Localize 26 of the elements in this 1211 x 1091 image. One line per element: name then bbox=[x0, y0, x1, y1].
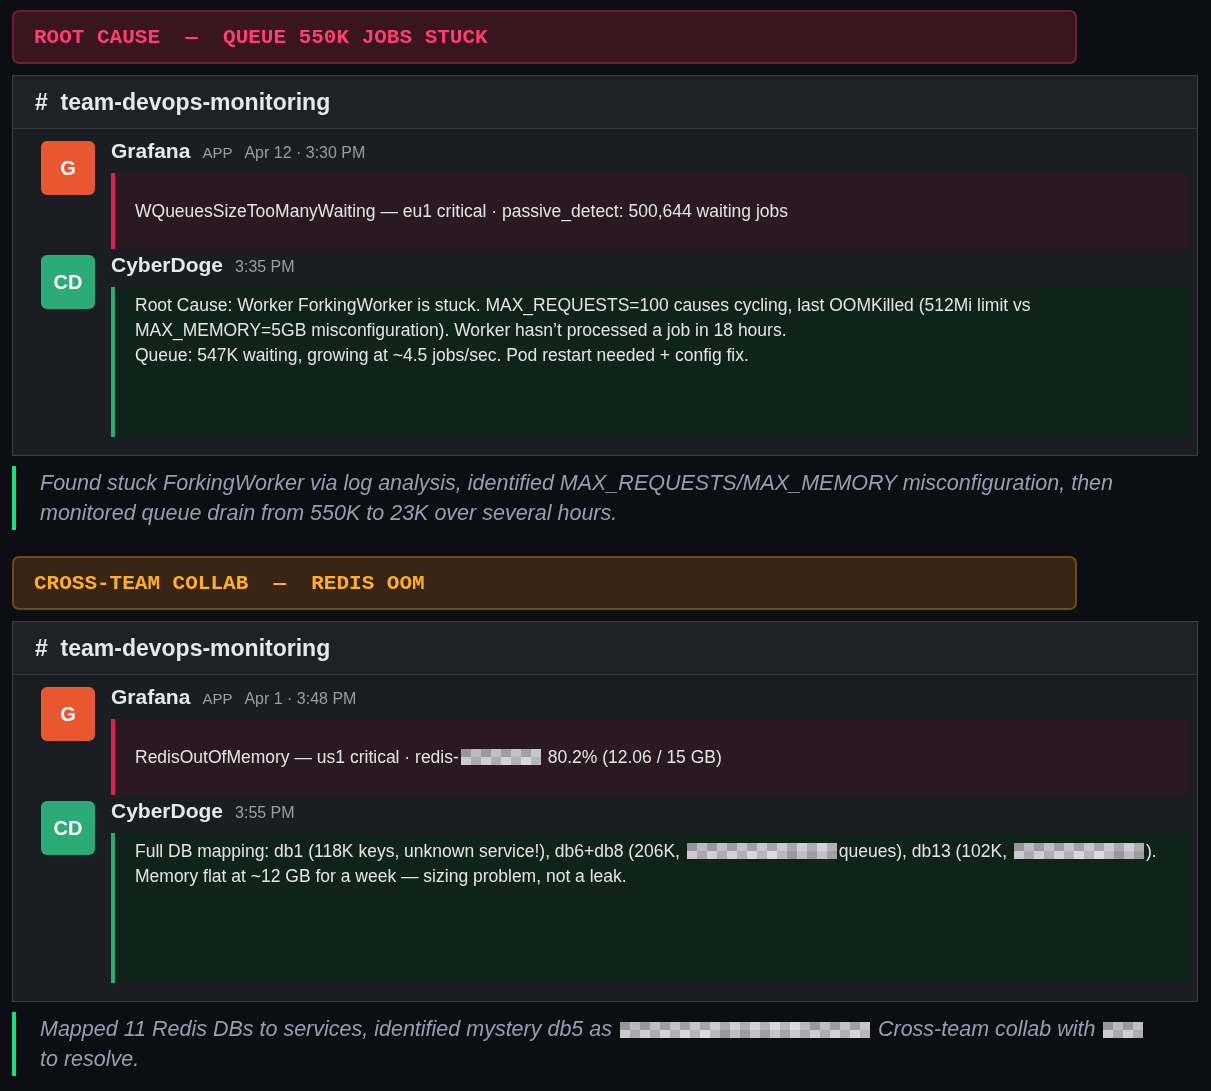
avatar: G bbox=[41, 141, 95, 195]
author-name: CyberDoge bbox=[111, 799, 224, 823]
channel-title: # team-devops-monitoring bbox=[13, 76, 1197, 129]
message-time: 3:55 PM bbox=[235, 804, 295, 822]
author-name: CyberDoge bbox=[111, 253, 224, 277]
message-time: Apr 12 · 3:30 PM bbox=[244, 144, 366, 162]
avatar: CD bbox=[41, 255, 95, 309]
message-time: Apr 1 · 3:48 PM bbox=[244, 690, 357, 708]
message-time: 3:35 PM bbox=[235, 258, 295, 276]
message-text: RedisOutOfMemory — us1 critical · redis- 80.2% (12.06 / 15 GB) bbox=[135, 746, 723, 769]
caption-text: Mapped 11 Redis DBs to services, identified mystery db5 as Cross-team collab with to resolve. bbox=[12, 1012, 1160, 1076]
channel-title: # team-devops-monitoring bbox=[13, 622, 1197, 675]
caption-text: Found stuck ForkingWorker via log analysis, identified MAX_REQUESTS/MAX_MEMORY misconfiguration, then monitored queue drain from 550K to 23K over several hours. bbox=[12, 466, 1160, 530]
message-text: Full DB mapping: db1 (118K keys, unknown service!), db6+db8 (206K, queues), db13 (102K, ). Memory flat at ~12 GB for a week — sizing problem, not a leak. bbox=[135, 840, 1158, 888]
author-name: Grafana bbox=[111, 139, 191, 163]
message-text: Queue: 547K waiting, growing at ~4.5 jobs/sec. Pod restart needed + config fix. bbox=[135, 344, 750, 367]
message-text: WQueuesSizeTooManyWaiting — eu1 critical · passive_detect: 500,644 waiting jobs bbox=[135, 200, 789, 224]
redacted-block bbox=[1103, 1022, 1144, 1038]
banner-title: CROSS-TEAM COLLAB — REDIS OOM bbox=[34, 571, 425, 595]
app-label: APP bbox=[202, 690, 233, 707]
avatar: G bbox=[41, 687, 95, 741]
banner-title: ROOT CAUSE — QUEUE 550K JOBS STUCK bbox=[34, 25, 488, 49]
app-label: APP bbox=[202, 144, 233, 161]
avatar: CD bbox=[41, 801, 95, 855]
author-name: Grafana bbox=[111, 685, 191, 709]
message-text: Root Cause: Worker ForkingWorker is stuck. MAX_REQUESTS=100 causes cycling, last OOMKilled (512Mi limit vs MAX_MEMORY=5GB misconfiguration). Worker hasn’t processed a job in 18 hours. bbox=[135, 294, 1032, 343]
